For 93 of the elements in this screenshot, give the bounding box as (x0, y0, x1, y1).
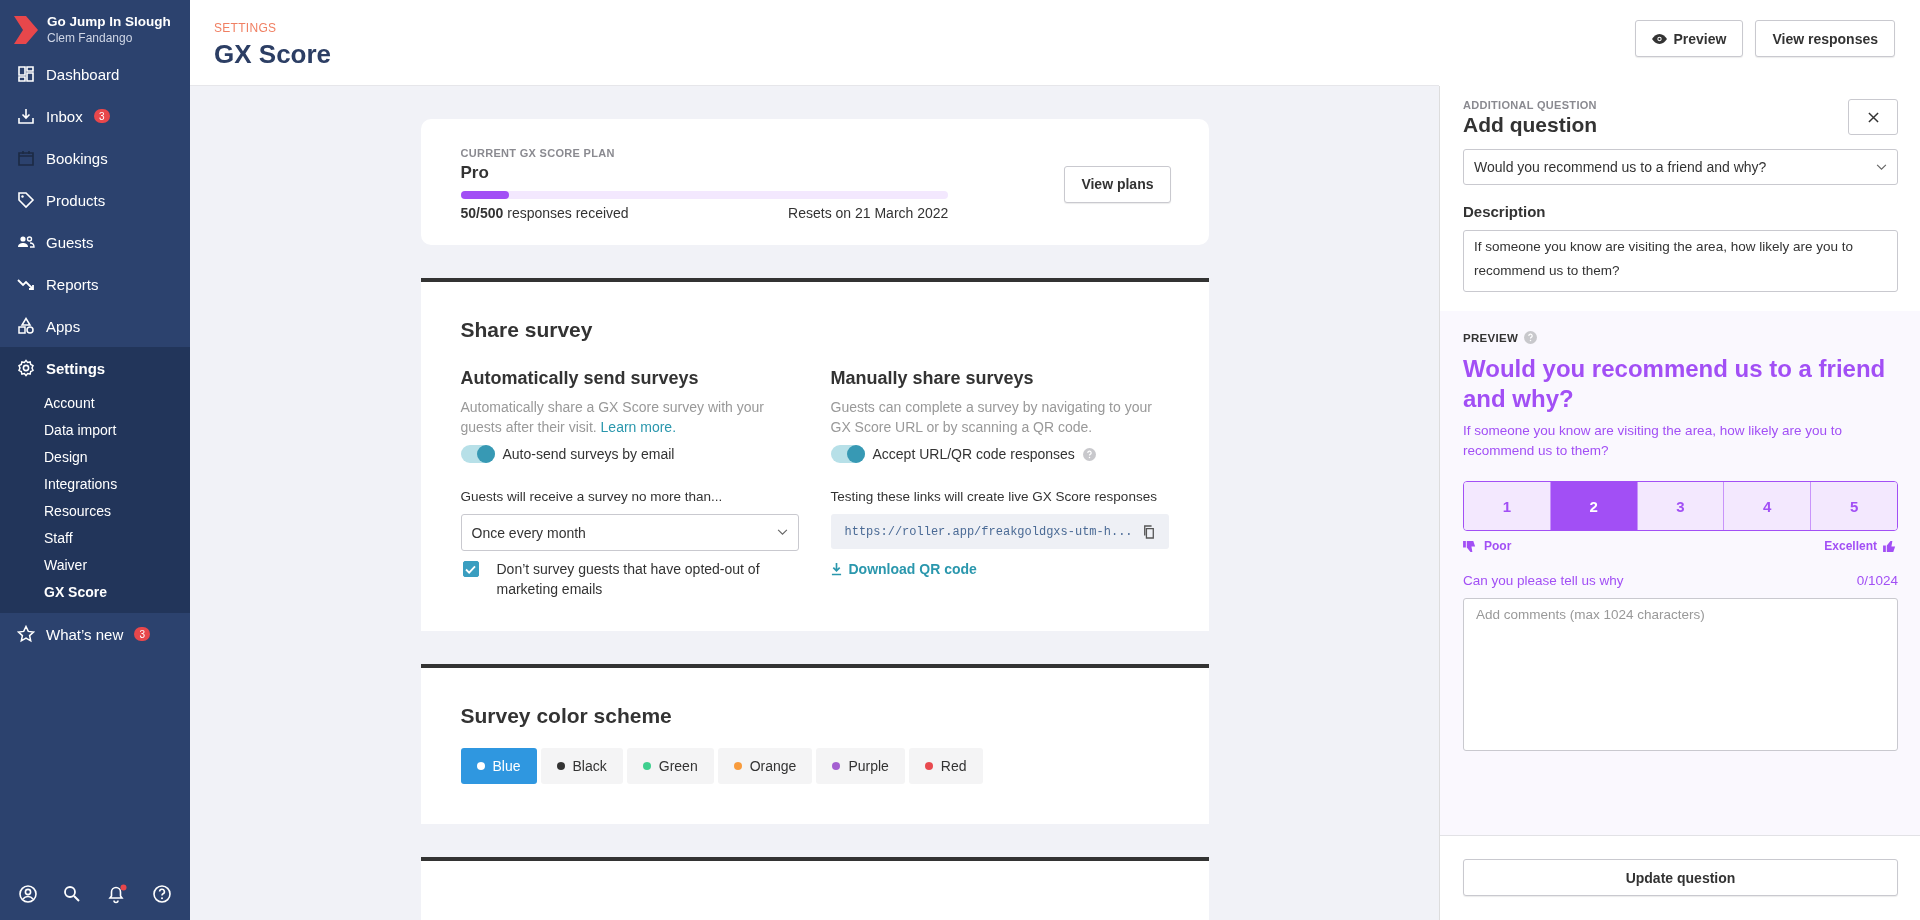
nav-subitem[interactable]: Account (0, 389, 190, 416)
section-title: Survey color scheme (460, 704, 673, 728)
preview-question: Would you recommend us to a friend and why? (1463, 354, 1887, 414)
reset-date: Resets on 21 March 2022 (788, 205, 949, 221)
chevron-down-icon (776, 529, 788, 536)
nav-item[interactable]: Inbox 3 (0, 95, 190, 137)
comment-field[interactable]: Add comments (max 1024 characters) (1463, 598, 1898, 751)
nav-item[interactable]: Products (0, 179, 190, 221)
settings-icon (17, 359, 35, 377)
organization-name: Go Jump In Slough (47, 14, 171, 29)
close-icon (1867, 111, 1879, 123)
checkbox-label: Don’t survey guests that have opted-out of marketing emails (496, 560, 761, 599)
rating-option[interactable]: 5 (1810, 482, 1897, 530)
color-option[interactable]: Orange (717, 748, 813, 784)
shapes-icon (17, 317, 35, 335)
question-dropdown[interactable]: Would you recommend us to a friend and why? (1463, 149, 1898, 185)
preview-description: If someone you know are visiting the area, how likely are you to recommend us to them? (1463, 422, 1843, 460)
search-icon[interactable] (62, 884, 82, 904)
star-icon (17, 625, 35, 643)
panel-caption: ADDITIONAL QUESTION (1463, 99, 1598, 111)
nav-item[interactable]: Reports (0, 263, 190, 305)
preview-label: PREVIEW (1463, 331, 1519, 344)
rating-option[interactable]: 3 (1636, 482, 1724, 530)
help-icon[interactable] (152, 884, 172, 904)
thumbs-down-icon (1463, 539, 1478, 553)
dashboard-icon (17, 65, 35, 83)
rating-option[interactable]: 4 (1723, 482, 1811, 530)
page-title: GX Score (214, 39, 332, 70)
count-badge: 3 (134, 627, 151, 641)
nav-subitem[interactable]: Waiver (0, 551, 190, 578)
nav-subitem[interactable]: Data import (0, 416, 190, 443)
preview-button[interactable]: Preview (1635, 20, 1744, 57)
copy-icon[interactable] (1142, 524, 1155, 539)
description-field[interactable]: If someone you know are visiting the area, how likely are you to recommend us to them? (1463, 230, 1898, 292)
nav-item[interactable]: What’s new 3 (0, 613, 190, 655)
nav-subitem[interactable]: Staff (0, 524, 190, 551)
links-note: Testing these links will create live GX Score responses (830, 489, 1158, 504)
color-option[interactable]: Black (540, 748, 623, 784)
toggle-label: Auto-send surveys by email (502, 446, 675, 462)
inbox-icon (17, 107, 35, 125)
plan-name: Pro (460, 163, 490, 183)
description-text: Automatically share a GX Score survey with your guests after their visit. Learn more. (460, 398, 765, 437)
user-icon[interactable] (18, 884, 38, 904)
checkbox[interactable] (462, 561, 479, 577)
nav-item[interactable]: Guests (0, 221, 190, 263)
chevron-down-icon (1876, 163, 1887, 171)
frequency-dropdown[interactable]: Once every month (460, 514, 799, 551)
calendar-icon (17, 149, 35, 167)
section-title: Share survey (460, 318, 594, 342)
character-counter: 0/1024 (1856, 573, 1898, 588)
view-responses-button[interactable]: View responses (1755, 20, 1895, 57)
nav-subitem[interactable]: GX Score (0, 578, 190, 605)
toggle-switch[interactable] (830, 445, 865, 463)
breadcrumb: SETTINGS (214, 21, 278, 35)
count-badge: 3 (93, 109, 110, 123)
nav-item[interactable]: Apps (0, 305, 190, 347)
plan-caption: CURRENT GX SCORE PLAN (460, 147, 616, 159)
comment-label: Can you please tell us why (1463, 573, 1624, 588)
panel-title: Add question (1463, 113, 1598, 137)
toggle-switch[interactable] (460, 445, 495, 463)
thumbs-up-icon (1883, 539, 1898, 553)
logo-icon (14, 15, 38, 44)
close-button[interactable] (1848, 99, 1898, 135)
rating-option[interactable]: 2 (1549, 482, 1637, 530)
tag-icon (17, 191, 35, 209)
description-label: Description (1463, 203, 1547, 220)
nav-subitem[interactable]: Design (0, 443, 190, 470)
people-icon (17, 233, 35, 251)
rating-option[interactable]: 1 (1464, 482, 1550, 530)
bell-icon[interactable] (106, 884, 128, 904)
view-plans-button[interactable]: View plans (1064, 165, 1171, 203)
color-option[interactable]: Purple (816, 748, 905, 784)
nav-item[interactable]: Settings (0, 347, 190, 389)
update-question-button[interactable]: Update question (1463, 859, 1898, 896)
subsection-title: Automatically send surveys (460, 368, 700, 389)
user-name: Clem Fandango (47, 31, 134, 45)
survey-url-field[interactable]: https://roller.app/freakgoldgxs-utm-h... (830, 514, 1169, 549)
nav-item[interactable]: Dashboard (0, 53, 190, 95)
download-icon (830, 562, 842, 576)
learn-more-link[interactable]: Learn more. (600, 419, 677, 435)
color-option[interactable]: Red (908, 748, 983, 784)
description-text: Guests can complete a survey by navigating to your GX Score URL or by scanning a QR code. (830, 398, 1153, 437)
toggle-label: Accept URL/QR code responses (872, 446, 1075, 462)
low-label: Poor (1463, 539, 1512, 553)
eye-icon (1652, 33, 1668, 44)
nav-item[interactable]: Bookings (0, 137, 190, 179)
subsection-title: Manually share surveys (830, 368, 1035, 389)
frequency-label: Guests will receive a survey no more than... (460, 489, 724, 504)
color-option[interactable]: Green (626, 748, 714, 784)
high-label: Excellent (1824, 539, 1898, 553)
nav-subitem[interactable]: Resources (0, 497, 190, 524)
responses-count: 50/500 responses received (460, 205, 629, 221)
nav-subitem[interactable]: Integrations (0, 470, 190, 497)
